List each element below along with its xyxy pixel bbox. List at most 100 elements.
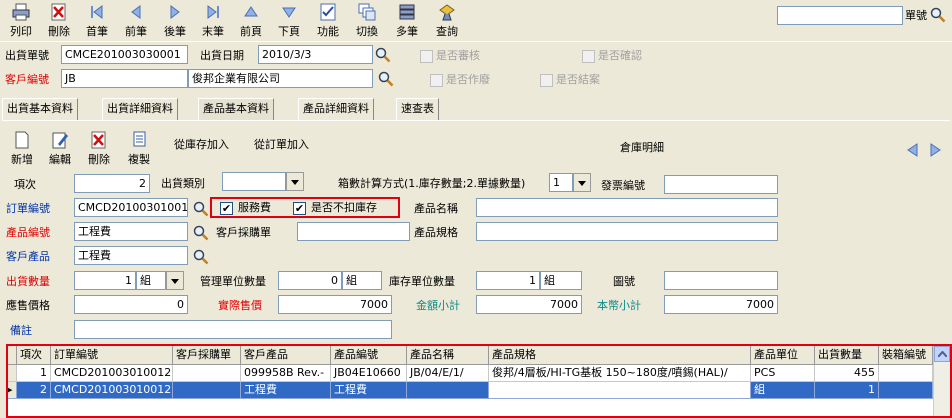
stock-unit-field[interactable]: 組 <box>540 271 582 290</box>
order-no-field[interactable]: CMCE201003030001 <box>61 45 188 64</box>
product-spec-label: 產品規格 <box>414 226 458 239</box>
no-deduct-stock-checkbox[interactable]: ✔ <box>293 202 306 215</box>
mgmt-unit-field[interactable]: 組 <box>342 271 382 290</box>
next-arrow-icon[interactable] <box>929 142 943 158</box>
tab-product-basic[interactable]: 產品基本資料 <box>198 98 274 120</box>
date-lookup-icon[interactable] <box>375 47 391 63</box>
drawing-no-label: 圖號 <box>613 275 635 288</box>
customer-product-field[interactable]: 工程費 <box>74 246 188 265</box>
amount-subtotal-field[interactable]: 7000 <box>476 295 582 314</box>
prev-arrow-icon[interactable] <box>905 142 919 158</box>
ship-unit-dropdown[interactable] <box>166 271 184 290</box>
order-lookup-icon[interactable] <box>193 201 209 217</box>
ship-qty-field[interactable]: 1 <box>74 271 136 290</box>
tab-quick-lookup[interactable]: 速查表 <box>396 98 439 120</box>
add-button[interactable]: 新增 <box>5 130 39 167</box>
customer-name-field[interactable]: 俊邦企業有限公司 <box>188 69 373 88</box>
invoice-label: 發票編號 <box>601 179 645 192</box>
mgmt-qty-field[interactable]: 0 <box>278 271 342 290</box>
product-code-label: 產品編號 <box>6 226 50 239</box>
first-icon <box>91 5 103 19</box>
function-button[interactable]: 功能 <box>309 2 347 40</box>
customer-po-field[interactable] <box>297 222 410 241</box>
add-from-stock-link[interactable]: 從庫存加入 <box>174 135 229 154</box>
last-record-button[interactable]: 末筆 <box>194 2 232 40</box>
delete-button[interactable]: 刪除 <box>40 2 78 40</box>
order-code-field[interactable]: CMCD201003010012 <box>74 198 188 217</box>
next-icon <box>170 5 180 19</box>
ship-type-dropdown[interactable] <box>286 172 304 191</box>
checklist-icon <box>320 3 336 21</box>
voided-label: 是否作廢 <box>446 73 490 86</box>
customer-code-field[interactable]: JB <box>61 69 188 88</box>
next-record-button[interactable]: 後筆 <box>156 2 194 40</box>
next-label: 後筆 <box>164 25 186 38</box>
delete-icon <box>51 3 66 21</box>
prev-page-label: 前頁 <box>240 25 262 38</box>
print-label: 列印 <box>10 25 32 38</box>
ship-date-field[interactable]: 2010/3/3 <box>258 45 373 64</box>
closed-checkbox[interactable] <box>540 74 553 87</box>
down-icon <box>282 7 296 18</box>
switch-label: 切換 <box>356 25 378 38</box>
approved-checkbox[interactable] <box>420 50 433 63</box>
box-calc-select[interactable]: 1 <box>549 173 573 192</box>
tab-shipping-basic[interactable]: 出貨基本資料 <box>2 98 78 120</box>
query-label: 查詢 <box>436 25 458 38</box>
actual-price-label: 實際售價 <box>218 299 262 312</box>
up-icon <box>244 6 258 17</box>
local-subtotal-field[interactable]: 7000 <box>664 295 778 314</box>
product-name-label: 產品名稱 <box>414 202 458 215</box>
add-from-order-link[interactable]: 從訂單加入 <box>254 135 309 154</box>
ship-type-select[interactable] <box>222 172 286 191</box>
doc-number-search-input[interactable] <box>777 6 903 25</box>
mgmt-qty-label: 管理單位數量 <box>200 275 266 288</box>
multi-record-button[interactable]: 多筆 <box>388 2 426 40</box>
product-lookup-icon[interactable] <box>193 225 209 241</box>
delete-label: 刪除 <box>48 25 70 38</box>
edit-button[interactable]: 編輯 <box>43 130 77 167</box>
print-button[interactable]: 列印 <box>2 2 40 40</box>
invoice-field[interactable] <box>664 175 778 194</box>
next-page-button[interactable]: 下頁 <box>270 2 308 40</box>
actual-price-field[interactable]: 7000 <box>278 295 392 314</box>
new-document-icon <box>15 131 29 149</box>
doc-number-search-label: 單號 <box>905 9 927 22</box>
prev-record-button[interactable]: 前筆 <box>117 2 155 40</box>
product-spec-field[interactable] <box>476 222 778 241</box>
note-field[interactable] <box>74 320 392 339</box>
query-button[interactable]: 查詢 <box>428 2 466 40</box>
drawing-no-field[interactable] <box>664 271 778 290</box>
stock-qty-label: 庫存單位數量 <box>389 275 455 288</box>
copy-button[interactable]: 複製 <box>122 130 156 167</box>
customer-product-lookup-icon[interactable] <box>193 249 209 265</box>
local-subtotal-label: 本幣小計 <box>597 299 641 312</box>
customer-lookup-icon[interactable] <box>378 71 394 87</box>
main-toolbar: 列印 刪除 首筆 前筆 後筆 末筆 前頁 下頁 功能 切換 多筆 查詢 單號 <box>0 0 952 42</box>
warehouse-detail-link[interactable]: 倉庫明細 <box>620 138 664 157</box>
list-price-field[interactable]: 0 <box>74 295 188 314</box>
service-fee-checkbox[interactable]: ✔ <box>220 202 233 215</box>
copy-label: 複製 <box>128 153 150 166</box>
stock-qty-field[interactable]: 1 <box>476 271 540 290</box>
detail-delete-button[interactable]: 刪除 <box>82 130 116 167</box>
delete-icon <box>91 131 106 149</box>
product-code-field[interactable]: 工程費 <box>74 222 188 241</box>
tab-product-detail[interactable]: 產品詳細資料 <box>298 98 374 120</box>
product-name-field[interactable] <box>476 198 778 217</box>
amount-subtotal-label: 金額小計 <box>416 299 460 312</box>
seq-field[interactable]: 2 <box>74 174 150 193</box>
prev-icon <box>131 5 141 19</box>
voided-checkbox[interactable] <box>430 74 443 87</box>
first-record-button[interactable]: 首筆 <box>78 2 116 40</box>
search-icon[interactable] <box>930 7 946 23</box>
tab-shipping-detail[interactable]: 出貨詳細資料 <box>102 98 178 120</box>
prev-page-button[interactable]: 前頁 <box>232 2 270 40</box>
service-fee-label: 服務費 <box>238 201 271 214</box>
stack-icon <box>399 4 415 20</box>
box-calc-dropdown[interactable] <box>573 173 591 192</box>
ship-unit-select[interactable]: 組 <box>136 271 166 290</box>
highlight-box-grid <box>6 344 952 418</box>
switch-button[interactable]: 切換 <box>348 2 386 40</box>
confirmed-checkbox[interactable] <box>582 50 595 63</box>
